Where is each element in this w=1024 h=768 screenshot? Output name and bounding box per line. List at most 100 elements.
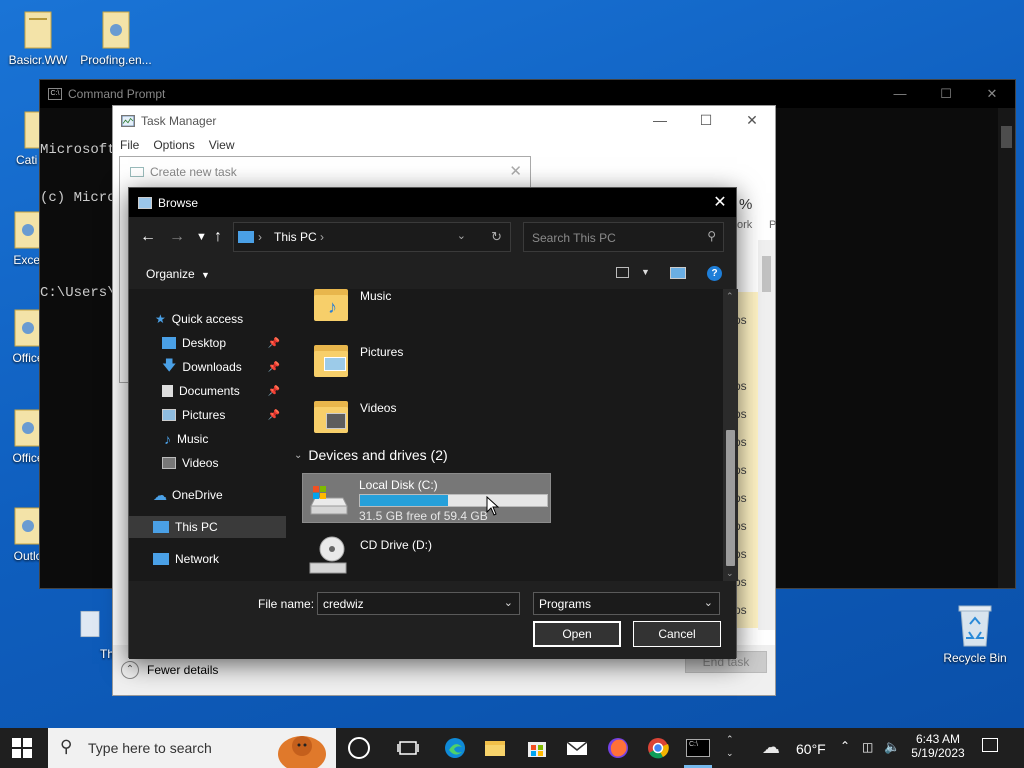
weather-temperature[interactable]: 60°F xyxy=(796,741,826,757)
cnt-titlebar[interactable]: Create new task xyxy=(120,157,530,186)
browse-icon xyxy=(138,196,152,209)
scrollbar-thumb[interactable] xyxy=(726,430,735,566)
browse-titlebar[interactable]: Browse xyxy=(129,188,736,217)
microsoft-store-icon[interactable] xyxy=(525,736,549,760)
close-button[interactable]: ✕ xyxy=(729,106,775,135)
navigation-pane[interactable]: ★ Quick access Desktop 📌 🡇 Downloads 📌 D… xyxy=(129,289,286,581)
scroll-down-icon[interactable]: ⌄ xyxy=(726,568,734,579)
firefox-icon[interactable] xyxy=(606,736,630,760)
minimize-button[interactable]: — xyxy=(637,106,683,135)
recent-locations-chevron-icon[interactable]: ▼ xyxy=(196,231,207,243)
clock[interactable]: 6:43 AM 5/19/2023 xyxy=(910,732,966,760)
scrollbar-thumb[interactable] xyxy=(1001,126,1012,148)
devices-group-header[interactable]: ⌄ Devices and drives (2) xyxy=(294,447,448,463)
sidebar-item-music[interactable]: ♪ Music xyxy=(129,428,286,450)
notifications-icon[interactable] xyxy=(982,738,998,752)
desktop-icon-recycle-bin[interactable]: Recycle Bin xyxy=(938,602,1012,665)
windows-start-icon[interactable] xyxy=(12,738,32,758)
pictures-folder-icon[interactable] xyxy=(314,339,348,377)
address-text[interactable]: This PC xyxy=(274,230,317,244)
scrollbar-thumb[interactable] xyxy=(762,256,771,292)
music-folder-icon[interactable]: ♪ xyxy=(314,289,348,321)
file-explorer-icon[interactable] xyxy=(483,736,507,760)
command-prompt-taskbar-icon[interactable]: C:\ xyxy=(686,739,710,757)
local-disk-c[interactable]: Local Disk (C:) 31.5 GB free of 59.4 GB xyxy=(302,473,551,523)
search-highlight-orangutan-icon xyxy=(278,736,326,768)
col-percent[interactable]: % xyxy=(739,196,752,213)
cmd-scrollbar[interactable] xyxy=(998,108,1015,588)
sidebar-item-pictures[interactable]: Pictures 📌 xyxy=(129,404,286,426)
chevron-down-icon[interactable]: ▼ xyxy=(641,267,650,277)
scroll-up-icon[interactable]: ⌃ xyxy=(726,291,734,302)
back-arrow-icon[interactable]: ← xyxy=(140,228,156,246)
browse-dialog[interactable]: Browse ✕ ← → ▼ ↑ › This PC › ⌄ ↻ Search … xyxy=(128,187,738,659)
menu-file[interactable]: File xyxy=(120,138,139,152)
maximize-button[interactable]: ☐ xyxy=(683,106,729,135)
file-type-select[interactable]: Programs ⌄ xyxy=(533,592,720,615)
sidebar-item-desktop[interactable]: Desktop 📌 xyxy=(129,332,286,354)
sidebar-item-network[interactable]: Network xyxy=(129,548,286,570)
sidebar-item-quick-access[interactable]: ★ Quick access xyxy=(129,308,286,330)
drive-label-d[interactable]: CD Drive (D:) xyxy=(360,538,432,552)
taskbar-search-box[interactable]: ⚲ Type here to search xyxy=(48,728,336,768)
browse-title: Browse xyxy=(158,195,199,210)
preview-pane-icon[interactable] xyxy=(670,267,686,279)
view-options-icon[interactable] xyxy=(616,267,629,278)
open-button[interactable]: Open xyxy=(533,621,621,647)
cd-drive-icon[interactable] xyxy=(308,535,348,575)
chevron-up-icon[interactable]: ⌃ xyxy=(840,739,850,753)
taskbar-scroll-arrows[interactable]: ⌃ ⌄ xyxy=(726,732,734,760)
speaker-muted-icon[interactable]: 🔈 xyxy=(884,739,900,755)
music-note-icon: ♪ xyxy=(164,431,171,447)
close-button[interactable]: ✕ xyxy=(704,188,736,217)
folder-label-pictures[interactable]: Pictures xyxy=(360,345,403,359)
organize-label: Organize xyxy=(146,267,195,281)
col-p[interactable]: P xyxy=(769,219,776,231)
col-work[interactable]: ork xyxy=(737,219,752,231)
chrome-icon[interactable] xyxy=(646,736,670,760)
menu-view[interactable]: View xyxy=(209,138,235,152)
file-list-scrollbar[interactable]: ⌃ ⌄ xyxy=(723,289,738,581)
sidebar-item-this-pc[interactable]: This PC xyxy=(129,516,286,538)
cortana-icon[interactable] xyxy=(348,737,370,759)
minimize-button[interactable]: — xyxy=(877,80,923,108)
address-bar[interactable]: › This PC › ⌄ ↻ xyxy=(233,222,511,252)
sidebar-item-documents[interactable]: Documents 📌 xyxy=(129,380,286,402)
desktop-icon-proofing[interactable]: Proofing.en... xyxy=(80,10,152,67)
sidebar-item-downloads[interactable]: 🡇 Downloads 📌 xyxy=(129,356,286,378)
help-icon[interactable]: ? xyxy=(707,266,722,281)
forward-arrow-icon[interactable]: → xyxy=(169,228,185,246)
folder-label-videos[interactable]: Videos xyxy=(360,401,396,415)
close-button[interactable]: ✕ xyxy=(509,162,522,180)
search-input[interactable]: Search This PC ⚲ xyxy=(523,222,724,252)
date: 5/19/2023 xyxy=(911,746,965,760)
tm-scrollbar[interactable] xyxy=(758,240,775,630)
videos-folder-icon[interactable] xyxy=(314,395,348,433)
folder-label-music[interactable]: Music xyxy=(360,289,391,303)
chevron-down-icon[interactable]: ⌄ xyxy=(704,596,713,609)
sidebar-item-videos[interactable]: Videos xyxy=(129,452,286,474)
menu-options[interactable]: Options xyxy=(153,138,194,152)
task-view-icon[interactable] xyxy=(396,736,420,760)
cmd-titlebar[interactable]: C:\ Command Prompt xyxy=(40,80,1015,108)
up-arrow-icon[interactable]: ↑ xyxy=(214,228,222,246)
maximize-button[interactable]: ☐ xyxy=(923,80,969,108)
cancel-button[interactable]: Cancel xyxy=(633,621,721,647)
fewer-details-label: Fewer details xyxy=(147,663,219,677)
mail-icon[interactable] xyxy=(565,736,589,760)
filename-input[interactable]: credwiz ⌄ xyxy=(317,592,520,615)
file-list[interactable]: ♪ Music Pictures Videos ⌄ Devices and dr… xyxy=(286,289,723,581)
desktop-icon-basicr[interactable]: Basicr.WW xyxy=(2,10,74,67)
edge-browser-icon[interactable] xyxy=(443,736,467,760)
sidebar-item-onedrive[interactable]: ☁ OneDrive xyxy=(129,484,286,506)
weather-cloud-icon[interactable]: ☁ xyxy=(762,737,780,758)
close-button[interactable]: ✕ xyxy=(969,80,1015,108)
organize-button[interactable]: Organize ▼ xyxy=(146,267,210,281)
desktop-icon-th[interactable]: Th xyxy=(62,604,118,661)
network-icon[interactable]: ◫ xyxy=(862,740,873,754)
chevron-down-icon[interactable]: ⌄ xyxy=(504,596,513,609)
chevron-down-icon[interactable]: ⌄ xyxy=(457,229,466,242)
pin-icon: 📌 xyxy=(267,409,280,421)
refresh-icon[interactable]: ↻ xyxy=(491,229,502,245)
fewer-details-button[interactable]: ⌃ Fewer details xyxy=(121,661,218,679)
